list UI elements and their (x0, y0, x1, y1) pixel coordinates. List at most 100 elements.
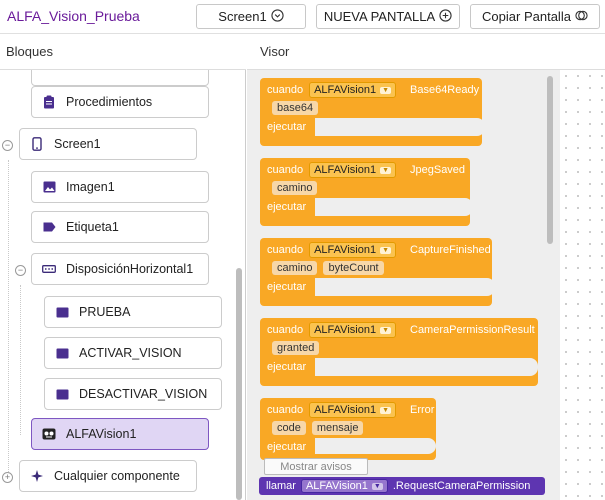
event-name: JpegSaved (410, 164, 466, 176)
statement-slot (315, 358, 538, 376)
viewer-panel-title: Visor (260, 44, 290, 59)
viewer-panel-header: Visor (247, 34, 605, 70)
tree-item-label: Etiqueta1 (66, 220, 119, 234)
do-label: ejecutar (267, 121, 307, 133)
statement-slot (315, 438, 436, 454)
workspace-grid (560, 70, 605, 500)
tree-item-label: ALFAVision1 (66, 427, 137, 441)
call-label: llamar (266, 480, 296, 492)
component-name: ALFAVision1 (314, 404, 377, 416)
do-label: ejecutar (267, 201, 307, 213)
event-param[interactable]: code (272, 421, 306, 435)
when-label: cuando (267, 244, 304, 256)
when-label: cuando (267, 404, 304, 416)
event-param[interactable]: granted (272, 341, 320, 355)
tree-item-screen1[interactable]: Screen1 (19, 128, 197, 160)
app-window: ALFA_Vision_Prueba Screen1 NUEVA PANTALL… (0, 0, 605, 500)
workspace-scrollbar[interactable] (547, 76, 553, 244)
new-screen-button[interactable]: NUEVA PANTALLA (316, 4, 460, 29)
component-dropdown[interactable]: ALFAVision1 ▼ (309, 162, 396, 178)
do-label: ejecutar (267, 281, 307, 293)
dropdown-caret-icon: ▼ (380, 326, 391, 334)
dropdown-caret-icon: ▼ (371, 482, 383, 490)
button-icon (55, 389, 69, 400)
component-dropdown[interactable]: ALFAVision1 ▼ (309, 322, 396, 338)
event-param[interactable]: base64 (272, 101, 319, 115)
top-toolbar: ALFA_Vision_Prueba Screen1 NUEVA PANTALL… (0, 0, 605, 34)
dropdown-caret-icon: ▼ (380, 166, 391, 174)
do-label: ejecutar (267, 441, 307, 453)
tree-item-label: Screen1 (54, 137, 101, 151)
event-param[interactable]: byteCount (323, 261, 384, 275)
component-dropdown[interactable]: ALFAVision1 ▼ (309, 82, 396, 98)
statement-slot (315, 278, 495, 296)
event-name: CameraPermissionResult (410, 324, 535, 336)
add-icon (439, 8, 452, 25)
component-name: ALFAVision1 (314, 84, 377, 96)
component-dropdown[interactable]: ALFAVision1 ▼ (300, 479, 388, 493)
event-block-base64ready[interactable]: cuando ALFAVision1 ▼ Base64Ready base64 e… (260, 78, 485, 146)
project-title: ALFA_Vision_Prueba (7, 8, 140, 24)
event-name: Base64Ready (410, 84, 480, 96)
tree-item-button-desactivar[interactable]: DESACTIVAR_VISION (44, 378, 222, 410)
show-warnings-label: Mostrar avisos (280, 460, 352, 473)
tree-item-etiqueta1[interactable]: Etiqueta1 (31, 211, 209, 243)
copy-screen-button[interactable]: Copiar Pantalla (470, 4, 600, 29)
new-screen-label: NUEVA PANTALLA (323, 9, 436, 24)
clipboard-icon (42, 95, 56, 109)
tree-item-button-activar[interactable]: ACTIVAR_VISION (44, 337, 222, 369)
copy-screen-label: Copiar Pantalla (482, 9, 571, 24)
tree-item-label: PRUEBA (79, 305, 131, 319)
dropdown-caret-icon: ▼ (380, 86, 391, 94)
component-name: ALFAVision1 (314, 164, 377, 176)
method-name: .RequestCameraPermission (392, 480, 531, 492)
collapse-toggle[interactable]: − (2, 140, 13, 151)
tree-item-horizontal-arrangement[interactable]: DisposiciónHorizontal1 (31, 253, 209, 285)
screen-select-label: Screen1 (218, 9, 267, 24)
screen-select-button[interactable]: Screen1 (196, 4, 306, 29)
component-name: ALFAVision1 (314, 324, 377, 336)
when-label: cuando (267, 164, 304, 176)
horizontal-layout-icon (42, 265, 56, 273)
left-scrollbar[interactable] (236, 268, 242, 500)
tree-item-button-prueba[interactable]: PRUEBA (44, 296, 222, 328)
event-block-jpegsaved[interactable]: cuando ALFAVision1 ▼ JpegSaved camino eje… (260, 158, 473, 226)
extension-icon (42, 428, 56, 440)
event-param[interactable]: camino (272, 181, 318, 195)
event-param[interactable]: camino (272, 261, 318, 275)
tree-item-label: Cualquier componente (54, 469, 180, 483)
sparkle-icon (30, 469, 44, 483)
blocks-panel-header: Bloques (0, 34, 246, 70)
chevron-down-icon (271, 8, 284, 25)
dropdown-caret-icon: ▼ (380, 406, 391, 414)
component-dropdown[interactable]: ALFAVision1 ▼ (309, 242, 396, 258)
component-dropdown[interactable]: ALFAVision1 ▼ (309, 402, 396, 418)
event-name: Error (410, 404, 435, 416)
component-name: ALFAVision1 (314, 244, 377, 256)
when-label: cuando (267, 324, 304, 336)
statement-slot (315, 198, 473, 216)
collapse-toggle[interactable]: − (15, 265, 26, 276)
tree-item-imagen1[interactable]: Imagen1 (31, 171, 209, 203)
event-block-error[interactable]: cuando ALFAVision1 ▼ Error code mensaje e… (260, 398, 436, 460)
event-block-capturefinished[interactable]: cuando ALFAVision1 ▼ CaptureFinished cami… (260, 238, 495, 306)
method-call-block[interactable]: llamar ALFAVision1 ▼ .RequestCameraPermis… (259, 477, 545, 495)
button-icon (55, 348, 69, 359)
statement-slot (315, 118, 485, 136)
tree-item-procedures[interactable]: Procedimientos (31, 86, 209, 118)
tree-item-partial[interactable] (31, 70, 209, 86)
event-block-camerapermissionresult[interactable]: cuando ALFAVision1 ▼ CameraPermissionResu… (260, 318, 538, 386)
blocks-workspace[interactable]: cuando ALFAVision1 ▼ Base64Ready base64 e… (247, 70, 605, 500)
show-warnings-button[interactable]: Mostrar avisos (264, 458, 368, 475)
component-name: ALFAVision1 (305, 480, 368, 492)
dropdown-caret-icon: ▼ (380, 246, 391, 254)
button-icon (55, 307, 69, 318)
event-param[interactable]: mensaje (311, 421, 364, 435)
tree-item-label: ACTIVAR_VISION (79, 346, 182, 360)
tree-item-label: Procedimientos (66, 95, 153, 109)
tree-item-alfavision1[interactable]: ALFAVision1 (31, 418, 209, 450)
expand-toggle[interactable]: + (2, 472, 13, 483)
tree-item-label: DisposiciónHorizontal1 (66, 262, 194, 276)
tree-item-any-component[interactable]: Cualquier componente (19, 460, 197, 492)
copy-icon (575, 9, 588, 25)
